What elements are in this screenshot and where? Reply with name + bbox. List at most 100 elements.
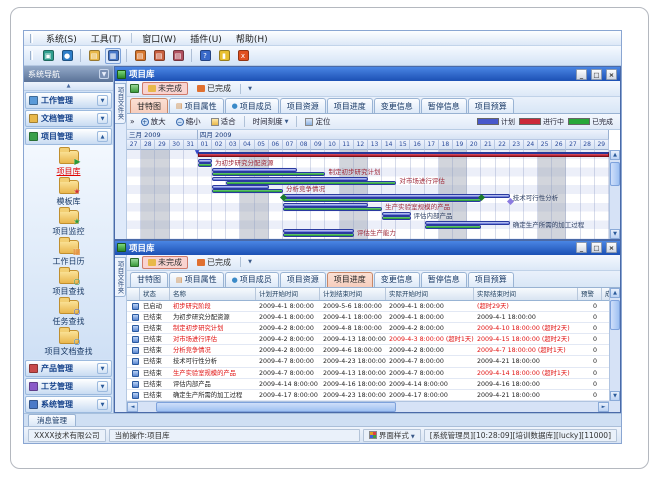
table-row[interactable]: 已结束生产实验室规模的产品2009-4-7 8:00:002009-4-13 1… [127, 368, 609, 379]
pin-icon[interactable]: ▼ [99, 69, 109, 79]
sidebar-group-system-mgmt[interactable]: 系统管理▼ [25, 396, 112, 413]
report-new-icon-button[interactable]: ▤ [132, 48, 148, 64]
scroll-right-icon[interactable]: ► [598, 402, 609, 412]
table-row[interactable]: 已结束对市场进行评估2009-4-2 8:00:002009-4-13 18:0… [127, 334, 609, 345]
report-view-icon-button[interactable]: ▤ [170, 48, 186, 64]
sidebar-item-project-doc-search[interactable]: ○项目文档查找 [29, 328, 109, 358]
gantt-tab-changes[interactable]: 变更信息 [374, 98, 420, 113]
gantt-filter-unfinished[interactable]: 未完成 [142, 82, 188, 95]
gantt-plan-bar[interactable] [212, 177, 368, 181]
sidebar-group-project[interactable]: 项目管理▲ [25, 128, 112, 145]
table-row[interactable]: 已结束为初步研究分配资源2009-4-1 8:00:002009-4-1 18:… [127, 312, 609, 323]
table-header-plan-start[interactable]: 计划开始时间 [256, 288, 320, 300]
scroll-left-icon[interactable]: ◄ [127, 402, 138, 412]
table-header-actual-start[interactable]: 实际开始时间 [386, 288, 474, 300]
table-horizontal-scrollbar[interactable]: ◄ ► [127, 401, 609, 412]
table-tab-members[interactable]: ●项目成员 [225, 272, 279, 287]
sidebar-item-task-search[interactable]: ○任务查找 [29, 298, 109, 328]
overflow-chevron-icon[interactable]: » [130, 117, 135, 126]
filter-dropdown-icon[interactable]: ▼ [244, 83, 256, 95]
table-row[interactable]: 已结束技术可行性分析2009-4-7 8:00:002009-4-23 18:0… [127, 356, 609, 367]
gantt-window-titlebar[interactable]: 项目库 _ □ × [115, 67, 620, 81]
table-row[interactable]: 已结束确定生产所需的加工过程2009-4-17 8:00:002009-4-23… [127, 390, 609, 401]
table-row[interactable]: 已启动初步研究阶段2009-4-1 8:00:002009-5-6 18:00:… [127, 301, 609, 312]
project-folder-side-tab[interactable]: 项目文件夹 [115, 83, 126, 124]
scroll-up-icon[interactable]: ▲ [610, 288, 620, 298]
project-folder-side-tab[interactable]: 项目文件夹 [115, 257, 126, 298]
gantt-tab-properties[interactable]: ▤项目属性 [169, 98, 224, 113]
zoom-in-button[interactable]: + 放大 [137, 114, 170, 129]
table-row[interactable]: 已结束分析竞争情况2009-4-2 8:00:002009-4-6 18:00:… [127, 345, 609, 356]
gantt-actual-bar[interactable] [283, 233, 354, 237]
minimize-button[interactable]: _ [576, 69, 587, 80]
scroll-up-icon[interactable]: ▲ [610, 150, 620, 160]
gantt-plan-bar[interactable] [425, 221, 510, 225]
gantt-vertical-scrollbar[interactable]: ▲ ▼ [609, 150, 620, 239]
sidebar-group-work[interactable]: 工作管理▼ [25, 92, 112, 109]
table-row[interactable]: 已结束制定初步研究计划2009-4-2 8:00:002009-4-8 18:0… [127, 323, 609, 334]
monitor-icon-button[interactable]: ▣ [40, 48, 56, 64]
gantt-actual-bar[interactable] [425, 225, 482, 229]
menu-item-tools[interactable]: 工具(T) [84, 31, 129, 46]
close-button[interactable]: × [606, 242, 617, 253]
gantt-actual-bar[interactable] [198, 163, 212, 167]
sidebar-collapse-button[interactable]: ▲ [24, 82, 113, 91]
timescale-button[interactable]: 时间刻度 ▼ [249, 114, 293, 129]
table-header-cost[interactable]: 成 [602, 288, 609, 300]
table-tab-pauses[interactable]: 暂停信息 [421, 272, 467, 287]
table-header-plan-end[interactable]: 计划结束时间 [320, 288, 386, 300]
scroll-down-icon[interactable]: ▼ [610, 229, 620, 239]
menu-item-window[interactable]: 窗口(W) [135, 31, 183, 46]
sidebar-item-work-calendar[interactable]: ▦工作日历 [29, 238, 109, 268]
gantt-tab-progress[interactable]: 项目进度 [327, 98, 373, 113]
gantt-actual-bar[interactable] [212, 172, 325, 176]
sidebar-item-project-library[interactable]: ▶项目库 [29, 148, 109, 178]
sidebar-group-document[interactable]: 文档管理▼ [25, 110, 112, 127]
gantt-actual-bar[interactable] [283, 198, 481, 202]
ui-style-button[interactable]: 界面样式▼ [363, 429, 421, 442]
table-tab-resources[interactable]: 项目资源 [280, 272, 326, 287]
filter-dropdown-icon[interactable]: ▼ [244, 256, 256, 268]
sidebar-item-project-search[interactable]: ○项目查找 [29, 268, 109, 298]
scroll-thumb[interactable] [610, 162, 620, 186]
maximize-button[interactable]: □ [591, 69, 602, 80]
close-button[interactable]: × [606, 69, 617, 80]
sidebar-item-project-monitor[interactable]: ★项目监控 [29, 208, 109, 238]
sidebar-group-product[interactable]: 产品管理▼ [25, 360, 112, 377]
gantt-filter-finished[interactable]: 已完成 [191, 82, 237, 95]
sidebar-group-process[interactable]: 工艺管理▼ [25, 378, 112, 395]
zoom-out-button[interactable]: − 缩小 [172, 114, 205, 129]
menu-item-help[interactable]: 帮助(H) [229, 31, 275, 46]
folder-open-icon-button[interactable]: ▤ [86, 48, 102, 64]
scroll-down-icon[interactable]: ▼ [610, 391, 620, 401]
save-icon-button[interactable]: ▦ [105, 48, 121, 64]
table-tab-properties[interactable]: ▤项目属性 [169, 272, 224, 287]
gantt-actual-bar[interactable] [212, 189, 283, 193]
table-tab-progress[interactable]: 项目进度 [327, 272, 373, 287]
stop-icon-button[interactable]: x [235, 48, 251, 64]
gantt-tab-budget[interactable]: 项目预算 [468, 98, 514, 113]
menu-item-plugin[interactable]: 插件(U) [183, 31, 229, 46]
gantt-tab-pauses[interactable]: 暂停信息 [421, 98, 467, 113]
minimize-button[interactable]: _ [576, 242, 587, 253]
fit-button[interactable]: 适合 [207, 114, 240, 129]
table-header-status[interactable]: 状态 [140, 288, 170, 300]
menu-item-system[interactable]: 系统(S) [39, 31, 84, 46]
lock-icon-button[interactable]: ▮ [216, 48, 232, 64]
message-management-tab[interactable]: 消息管理 [28, 414, 76, 426]
report-edit-icon-button[interactable]: ▤ [151, 48, 167, 64]
globe-icon-button[interactable]: ● [59, 48, 75, 64]
table-filter-unfinished[interactable]: 未完成 [142, 256, 188, 269]
locate-button[interactable]: 定位 [301, 114, 334, 129]
gantt-tab-gantt[interactable]: 甘特图 [130, 98, 168, 113]
help-icon-button[interactable]: ? [197, 48, 213, 64]
table-vertical-scrollbar[interactable]: ▲ ▼ [609, 288, 620, 402]
table-window-titlebar[interactable]: 项目库 _ □ × [115, 241, 620, 255]
table-header-name[interactable]: 名称 [170, 288, 256, 300]
table-tab-budget[interactable]: 项目预算 [468, 272, 514, 287]
gantt-actual-bar[interactable] [283, 207, 382, 211]
sidebar-item-template-library[interactable]: ★模板库 [29, 178, 109, 208]
scroll-thumb[interactable] [610, 300, 620, 330]
maximize-button[interactable]: □ [591, 242, 602, 253]
table-filter-finished[interactable]: 已完成 [191, 256, 237, 269]
